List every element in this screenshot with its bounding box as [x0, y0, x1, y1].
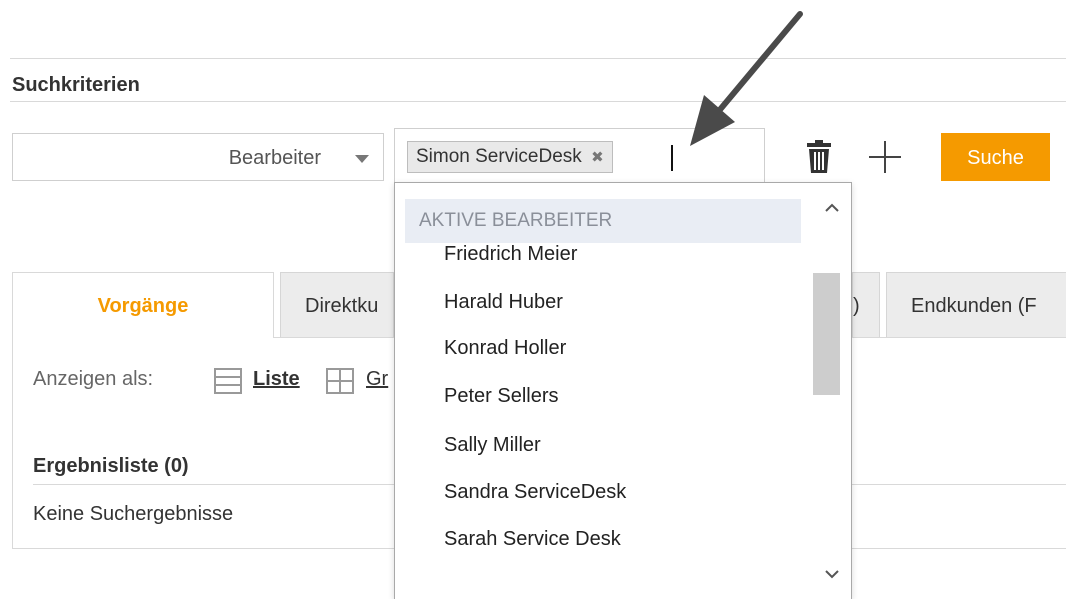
tab-endkunden[interactable]: Endkunden (F	[886, 272, 1066, 338]
dropdown-item[interactable]: Sally Miller	[444, 434, 541, 457]
dropdown-item[interactable]: Peter Sellers	[444, 385, 559, 408]
chevron-down-icon	[355, 155, 369, 163]
tab-direktkunden[interactable]: Direktku	[280, 272, 394, 338]
list-icon[interactable]	[214, 368, 242, 394]
chevron-down-icon[interactable]	[823, 565, 841, 583]
grid-icon[interactable]	[326, 368, 354, 394]
dropdown-item[interactable]: Sandra ServiceDesk	[444, 481, 626, 504]
show-as-label: Anzeigen als:	[33, 368, 154, 390]
view-grid-link[interactable]: Gr	[366, 368, 388, 391]
search-button[interactable]: Suche	[941, 133, 1050, 181]
chevron-up-icon[interactable]	[823, 199, 841, 217]
view-list-link[interactable]: Liste	[253, 368, 300, 391]
assignee-dropdown[interactable]: AKTIVE BEARBEITER Friedrich Meier Harald…	[394, 182, 852, 599]
dropdown-item[interactable]: Konrad Holler	[444, 337, 566, 360]
dropdown-item[interactable]: Harald Huber	[444, 291, 563, 314]
section-title: Suchkriterien	[12, 74, 140, 96]
dropdown-item[interactable]: Friedrich Meier	[444, 243, 577, 266]
scrollbar-thumb[interactable]	[813, 273, 840, 395]
plus-icon	[869, 141, 901, 173]
arrow-icon	[690, 11, 803, 146]
section-divider	[10, 101, 1066, 102]
close-icon[interactable]: ✖	[591, 149, 604, 166]
dropdown-scrollbar[interactable]	[813, 183, 851, 599]
criteria-field-select[interactable]: Bearbeiter	[12, 133, 384, 181]
chip-label: Simon ServiceDesk	[416, 146, 582, 167]
results-title: Ergebnisliste (0)	[33, 455, 189, 477]
criteria-field-label: Bearbeiter	[228, 147, 321, 169]
tab-vorgaenge[interactable]: Vorgänge	[12, 272, 274, 338]
add-criteria-button[interactable]	[867, 139, 903, 175]
tab-hidden[interactable]: )	[852, 272, 880, 338]
top-divider	[10, 58, 1066, 59]
dropdown-item[interactable]: Sarah Service Desk	[444, 528, 621, 551]
results-empty-text: Keine Suchergebnisse	[33, 503, 234, 525]
selected-assignee-chip: Simon ServiceDesk ✖	[407, 141, 613, 173]
dropdown-group-header: AKTIVE BEARBEITER	[405, 199, 801, 243]
